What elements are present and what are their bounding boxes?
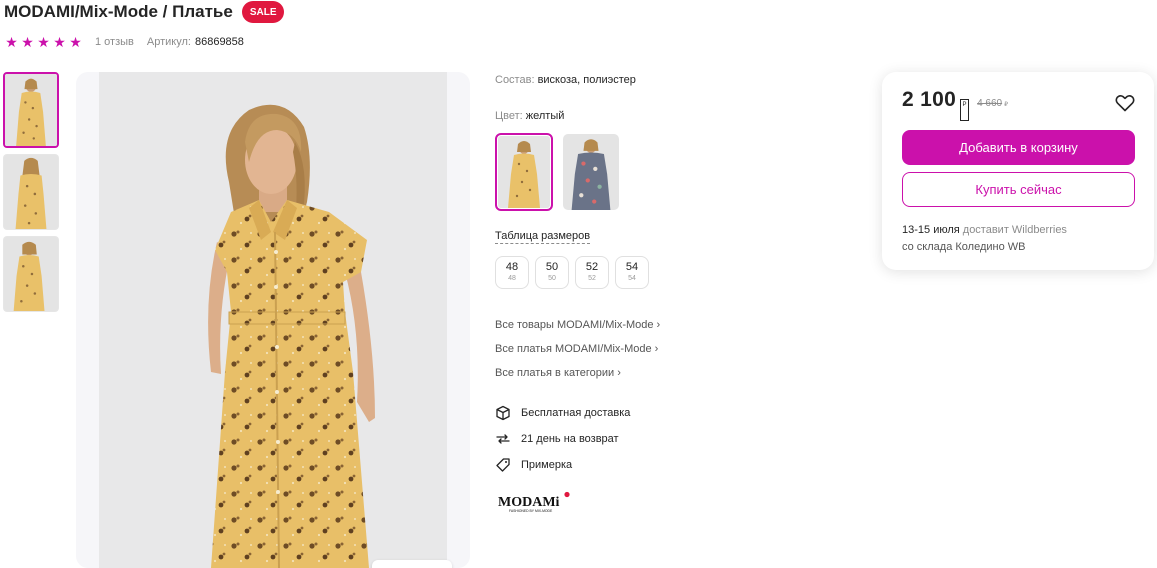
heart-icon[interactable]	[1115, 94, 1135, 112]
photo-controls[interactable]	[372, 560, 452, 568]
color-value: желтый	[525, 110, 565, 122]
size-selector: 48 48 50 50 52 52 54 54	[495, 256, 649, 289]
link-all-category-dresses[interactable]: Все платья в категории ›	[495, 366, 660, 390]
price-row: 2 100 Р 4 660 ₽	[902, 88, 1008, 121]
article-label: Артикул:	[146, 36, 191, 48]
star-icon: ★	[5, 34, 18, 50]
box-icon	[496, 405, 510, 421]
product-title: MODAMI/Mix-Mode / Платье	[4, 2, 233, 21]
article-value: 86869858	[194, 36, 244, 48]
star-icon: ★	[69, 34, 82, 50]
composition-value: вискоза, полиэстер	[537, 74, 636, 86]
delivery-info: 13-15 июля доставит Wildberries со склад…	[902, 222, 1067, 256]
chevron-right-icon: ›	[656, 319, 661, 331]
size-sublabel: 50	[548, 275, 556, 282]
thumbnail-1[interactable]	[3, 72, 59, 148]
main-photo-card	[76, 72, 470, 568]
size-label: 50	[545, 261, 559, 273]
related-links: Все товары MODAMI/Mix-Mode › Все платья M…	[495, 318, 660, 390]
main-product-photo[interactable]	[99, 72, 447, 568]
feature-free-delivery: Бесплатная доставка	[495, 400, 630, 426]
composition-label: Состав:	[495, 74, 535, 86]
star-icon: ★	[53, 34, 66, 50]
delivery-warehouse: со склада Коледино WB	[902, 241, 1026, 253]
size-sublabel: 48	[508, 275, 516, 282]
link-label: Все товары MODAMI/Mix-Mode	[495, 319, 654, 331]
feature-text: Бесплатная доставка	[521, 407, 631, 419]
thumbnail-2[interactable]	[3, 154, 59, 230]
size-button[interactable]: 54 54	[615, 256, 649, 289]
svg-text:MODAMi: MODAMi	[498, 495, 560, 510]
size-sublabel: 52	[588, 275, 596, 282]
rating-stars: ★ ★ ★ ★ ★	[4, 35, 83, 49]
sale-badge: SALE	[241, 1, 285, 23]
size-table-link[interactable]: Таблица размеров	[495, 230, 591, 244]
chevron-right-icon: ›	[654, 343, 659, 355]
old-price-currency: ₽	[1004, 102, 1008, 108]
feature-text: Примерка	[521, 459, 573, 471]
feature-fitting: Примерка	[495, 452, 630, 478]
link-all-brand-dresses[interactable]: Все платья MODAMI/Mix-Mode ›	[495, 342, 660, 366]
color-swatches	[495, 133, 620, 211]
reviews-link[interactable]: 1 отзыв	[95, 36, 134, 48]
delivery-text: доставит Wildberries	[959, 224, 1067, 236]
link-all-brand-products[interactable]: Все товары MODAMI/Mix-Mode ›	[495, 318, 660, 342]
price-card: 2 100 Р 4 660 ₽ Добавить в корзину Купит…	[882, 72, 1154, 270]
size-button[interactable]: 52 52	[575, 256, 609, 289]
meta-row: ★ ★ ★ ★ ★ 1 отзыв Артикул: 86869858	[4, 34, 244, 50]
delivery-line-1: 13-15 июля доставит Wildberries	[902, 222, 1067, 239]
link-label: Все платья MODAMI/Mix-Mode	[495, 343, 652, 355]
size-label: 54	[625, 261, 639, 273]
size-label: 52	[585, 261, 599, 273]
size-button[interactable]: 50 50	[535, 256, 569, 289]
title-row: MODAMI/Mix-Mode / Платье SALE	[4, 0, 285, 24]
brand-logo[interactable]: MODAMi FASHIONED BY MIX-MODE	[497, 491, 573, 515]
currency-icon: Р	[960, 99, 970, 121]
size-sublabel: 54	[628, 275, 636, 282]
color-swatch-yellow[interactable]	[495, 133, 553, 211]
color-row: Цвет: желтый	[495, 110, 564, 122]
delivery-dates: 13-15 июля	[902, 224, 960, 236]
tag-icon	[496, 458, 510, 472]
chevron-right-icon: ›	[617, 367, 621, 379]
feature-text: 21 день на возврат	[521, 433, 619, 445]
old-price: 4 660	[977, 98, 1003, 109]
buy-now-button[interactable]: Купить сейчас	[902, 172, 1135, 207]
svg-text:FASHIONED BY MIX-MODE: FASHIONED BY MIX-MODE	[509, 509, 553, 513]
return-arrows-icon	[496, 434, 510, 444]
thumbnail-3[interactable]	[3, 236, 59, 312]
features-list: Бесплатная доставка 21 день на возврат П…	[495, 400, 630, 478]
feature-return: 21 день на возврат	[495, 426, 630, 452]
thumbnail-list	[3, 72, 61, 318]
link-label: Все платья в категории	[495, 367, 615, 379]
current-price: 2 100	[902, 88, 957, 111]
size-label: 48	[505, 261, 519, 273]
color-label: Цвет:	[495, 110, 523, 122]
star-icon: ★	[37, 34, 50, 50]
size-button[interactable]: 48 48	[495, 256, 529, 289]
add-to-cart-button[interactable]: Добавить в корзину	[902, 130, 1135, 165]
star-icon: ★	[21, 34, 34, 50]
color-swatch-floral[interactable]	[562, 133, 620, 211]
composition-row: Состав: вискоза, полиэстер	[495, 74, 636, 86]
